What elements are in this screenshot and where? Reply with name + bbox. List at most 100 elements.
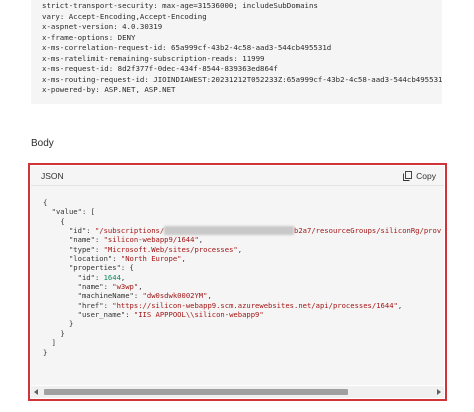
json-punctuation: : {: [120, 263, 134, 273]
scroll-right-arrow-icon[interactable]: [437, 389, 441, 395]
header-name: x-ms-routing-request-id: [42, 74, 145, 84]
json-punctuation: ]: [51, 338, 56, 348]
json-string-value: "https://silicon-webapp9.scm.azurewebsit…: [112, 300, 398, 310]
body-section-heading: Body: [31, 138, 54, 149]
header-line: x-frame-options: DENY: [42, 32, 136, 42]
json-code-line: ]: [43, 338, 444, 347]
header-value: 11999: [242, 53, 265, 63]
header-line: x-aspnet-version: 4.0.30319: [42, 22, 163, 31]
json-separator: :: [103, 282, 113, 292]
header-name: strict-transport-security: [42, 1, 154, 10]
json-separator: :: [94, 272, 104, 282]
json-separator: :: [125, 310, 134, 320]
horizontal-scrollbar[interactable]: [31, 386, 444, 398]
json-viewer-toolbar: JSON Copy: [31, 166, 444, 186]
header-value: 4.0.30319: [122, 22, 163, 31]
json-separator: :: [86, 226, 95, 236]
json-code-line: "type": "Microsoft.Web/sites/processes",: [43, 245, 444, 254]
json-comma: ,: [138, 282, 143, 292]
json-separator: :: [94, 244, 104, 254]
header-name: x-powered-by: [42, 85, 96, 94]
json-string-value: "dw0sdwk0002YM": [142, 291, 208, 301]
json-key: "id": [77, 272, 95, 282]
header-name: x-frame-options: [42, 32, 109, 42]
header-name: x-ms-ratelimit-remaining-subscription-re…: [42, 53, 234, 63]
header-value: DENY: [117, 32, 136, 42]
json-key: "href": [77, 300, 104, 310]
json-code-line: "user_name": "IIS APPPOOL\\silicon-webap…: [43, 310, 444, 319]
json-key: "properties": [68, 263, 121, 273]
json-code-line: "properties": {: [43, 263, 444, 272]
json-string-value: "/subscriptions/: [94, 226, 165, 236]
json-key: "value": [51, 207, 82, 217]
json-code-line: "id": "/subscriptions/0123-4567-89ab-cde…: [43, 226, 444, 236]
json-code-line: "href": "https://silicon-webapp9.scm.azu…: [43, 301, 444, 310]
header-value: max-age=31536000; includeSubDomains: [162, 1, 318, 10]
json-string-value: "w3wp": [112, 282, 139, 292]
json-code-line: "value": [: [43, 207, 444, 216]
json-comma: ,: [181, 254, 186, 264]
json-body-viewer: JSON Copy { "value": [ { "id": "/subscri…: [28, 163, 447, 401]
header-line: x-ms-ratelimit-remaining-subscription-re…: [42, 53, 265, 63]
json-comma: ,: [237, 244, 243, 254]
json-key: "name": [68, 235, 95, 245]
header-value: JIOINDIAWEST:20231212T052233Z:65a999cf-4…: [153, 74, 442, 84]
json-key: "name": [77, 282, 104, 292]
response-headers-panel: strict-transport-security: max-age=31536…: [31, 0, 442, 104]
json-string-value: "Microsoft.Web/sites/processes": [103, 244, 238, 254]
json-code-block: { "value": [ { "id": "/subscriptions/012…: [31, 186, 444, 385]
json-key: "id": [68, 226, 87, 236]
header-value: 8d2f377f-0dec-434f-8544-839363ed864f: [117, 64, 278, 73]
json-separator: :: [112, 254, 121, 264]
json-string-value: b2a7/resourceGroups/siliconRg/prov: [294, 226, 442, 236]
json-string-value: "silicon-webapp9/1644": [103, 235, 199, 245]
json-code-line: "location": "North Europe",: [43, 254, 444, 263]
header-line: x-ms-routing-request-id: JIOINDIAWEST:20…: [42, 75, 442, 86]
json-comma: ,: [198, 235, 204, 245]
json-string-value: "North Europe": [120, 254, 182, 264]
json-code-line: }: [43, 348, 444, 357]
json-code-line: }: [43, 329, 444, 338]
header-line: x-powered-by: ASP.NET, ASP.NET: [42, 85, 176, 94]
json-number-value: 1644: [103, 272, 121, 282]
redacted-subscription-id: 0123-4567-89ab-cdef-0123456789: [164, 226, 295, 236]
header-name: x-ms-request-id: [42, 64, 109, 73]
json-punctuation: }: [68, 319, 74, 329]
header-line: x-ms-correlation-request-id: 65a999cf-43…: [42, 43, 332, 52]
json-code-line: {: [43, 198, 444, 207]
json-punctuation: : [: [81, 207, 95, 217]
header-value: Accept-Encoding,Accept-Encoding: [68, 11, 207, 21]
header-line: strict-transport-security: max-age=31536…: [42, 1, 318, 10]
json-punctuation: }: [60, 328, 65, 338]
json-separator: :: [103, 300, 113, 310]
json-punctuation: {: [60, 216, 65, 226]
json-format-tab[interactable]: JSON: [41, 171, 64, 181]
json-key: "machineName": [77, 291, 134, 301]
copy-icon: [403, 170, 413, 181]
header-name: x-ms-correlation-request-id: [42, 43, 163, 52]
header-name: vary: [42, 11, 60, 21]
json-comma: ,: [207, 291, 212, 301]
json-punctuation: }: [43, 347, 48, 357]
json-comma: ,: [120, 272, 126, 282]
copy-button-label: Copy: [416, 170, 436, 181]
json-code-line: "id": 1644,: [43, 273, 444, 282]
json-punctuation: {: [43, 198, 48, 207]
json-separator: :: [94, 235, 104, 245]
scroll-left-arrow-icon[interactable]: [34, 389, 38, 395]
header-line: vary: Accept-Encoding,Accept-Encoding: [42, 11, 207, 21]
copy-button[interactable]: Copy: [403, 169, 436, 182]
scrollbar-thumb[interactable]: [44, 389, 348, 395]
